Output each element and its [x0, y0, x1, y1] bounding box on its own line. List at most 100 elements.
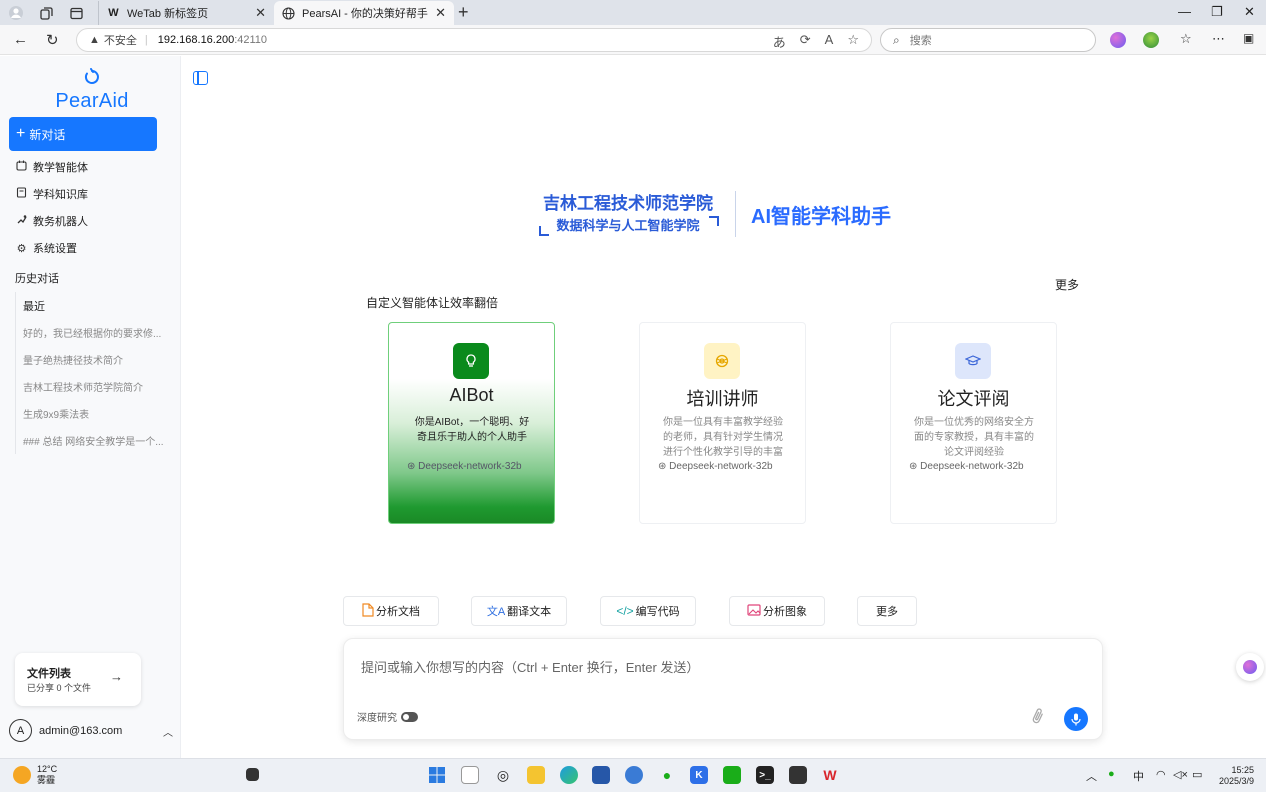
assistant-float-button[interactable]	[1236, 653, 1264, 681]
sidebar-item-teaching-agent[interactable]: 教学智能体	[15, 159, 88, 175]
user-profile[interactable]: A admin@163.com	[9, 719, 122, 742]
history-item[interactable]: ### 总结 网络安全教学是一个...	[23, 433, 163, 448]
agent-card-aibot[interactable]: AIBot 你是AIBot，一个聪明、好奇且乐于助人的个人助手 ⊛ Deepse…	[388, 322, 555, 524]
workspaces-icon[interactable]	[36, 3, 56, 23]
quick-action-translate[interactable]: 文A 翻译文本	[471, 596, 567, 626]
history-title: 历史对话	[15, 273, 59, 285]
sidebar-item-settings[interactable]: ⚙ 系统设置	[15, 240, 77, 256]
profile-icon[interactable]	[6, 3, 26, 23]
logo-mark-icon	[52, 68, 132, 90]
terminal-icon[interactable]: >_	[756, 766, 774, 784]
book-icon	[15, 187, 28, 201]
quick-action-image[interactable]: 分析图象	[729, 596, 825, 626]
file-list-card[interactable]: 文件列表 已分享 0 个文件 →	[15, 653, 141, 706]
new-tab-icon[interactable]: +	[458, 3, 469, 21]
tab-title: PearsAI - 你的决策好帮手	[302, 8, 428, 20]
chat-input[interactable]: 提问或输入你想写的内容（Ctrl + Enter 换行，Enter 发送）	[361, 657, 699, 676]
sidebar-item-label: 教学智能体	[33, 162, 88, 174]
chevron-up-icon[interactable]: ︿	[163, 724, 173, 739]
panel-toggle-icon[interactable]	[193, 71, 208, 85]
weather-widget[interactable]: 12°C 雾霾	[13, 764, 57, 786]
chevron-up-icon[interactable]: ︿	[1086, 768, 1097, 784]
history-item[interactable]: 吉林工程技术师范学院简介	[23, 379, 163, 394]
calendar-icon	[15, 160, 28, 174]
ime-indicator[interactable]: 中	[1133, 768, 1144, 784]
volume-icon[interactable]: ◁×	[1173, 768, 1188, 781]
favorites-icon[interactable]: ☆	[1180, 31, 1192, 47]
file-list-subtitle: 已分享 0 个文件	[27, 683, 92, 693]
wps-icon[interactable]: W	[821, 766, 839, 784]
document-icon	[362, 602, 374, 620]
task-view-icon[interactable]	[461, 766, 479, 784]
favorite-star-icon[interactable]: ☆	[847, 32, 859, 51]
extension-icon[interactable]	[1143, 32, 1159, 48]
battery-icon[interactable]: ▭	[1192, 768, 1202, 781]
quick-action-analyze-doc[interactable]: 分析文档	[343, 596, 439, 626]
history-item[interactable]: 量子绝热捷径技术简介	[23, 352, 163, 367]
wechat-icon[interactable]: ●	[658, 766, 676, 784]
tab-wetab[interactable]: W WeTab 新标签页 ✕	[98, 1, 274, 25]
sidebar-toggle-icon[interactable]: ▣	[1243, 31, 1254, 45]
banner-bracket-right	[709, 216, 719, 226]
wifi-icon[interactable]: ◠	[1156, 768, 1166, 781]
edge-beta-icon[interactable]	[625, 766, 643, 784]
toggle-switch[interactable]	[401, 711, 418, 722]
deep-research-toggle[interactable]: 深度研究	[357, 709, 418, 724]
file-explorer-icon[interactable]	[527, 766, 545, 784]
url-bar[interactable]: ▲ 不安全 | 192.168.16.200 :42110 あ ⟳ A ☆	[76, 28, 872, 52]
url-host: 192.168.16.200	[157, 34, 235, 46]
agents-more-link[interactable]: 更多	[1055, 276, 1079, 293]
kiro-app-icon[interactable]: K	[690, 766, 708, 784]
agent-name: 培训讲师	[686, 389, 759, 409]
graduation-cap-icon	[955, 343, 991, 379]
minimize-icon[interactable]: —	[1178, 4, 1191, 19]
sidebar-item-academic-robot[interactable]: 教务机器人	[15, 213, 88, 229]
wechat-tray-icon[interactable]: ●	[1108, 768, 1115, 780]
store-icon[interactable]	[592, 766, 610, 784]
close-tab-icon[interactable]: ✕	[435, 5, 446, 21]
quick-action-label: 分析文档	[376, 606, 420, 618]
new-chat-label: 新对话	[29, 127, 66, 142]
more-menu-icon[interactable]: ⋯	[1212, 31, 1225, 47]
read-aloud-icon[interactable]: A	[825, 32, 834, 51]
copilot-extension-icon[interactable]	[1110, 32, 1126, 48]
sidebar: PearAid + 新对话 教学智能体 学科知识库 教务机器人 ⚙ 系统设置 历…	[0, 56, 181, 758]
refresh-icon[interactable]: ↻	[46, 31, 59, 49]
app-tray-icon[interactable]	[246, 768, 259, 781]
new-chat-button[interactable]: + 新对话	[9, 117, 157, 151]
browser-search-box[interactable]: ⌕ 搜索	[880, 28, 1096, 52]
weather-temp: 12°C	[37, 764, 58, 774]
microphone-button[interactable]	[1064, 707, 1088, 731]
restore-icon[interactable]: ❐	[1211, 4, 1223, 20]
edge-browser-icon[interactable]	[560, 766, 578, 784]
weather-desc: 雾霾	[37, 775, 56, 785]
system-clock[interactable]: 15:25 2025/3/9	[1212, 765, 1254, 787]
avatar: A	[9, 719, 32, 742]
quick-action-code[interactable]: </> 编写代码	[600, 596, 696, 626]
agent-card-trainer[interactable]: 培训讲师 你是一位具有丰富教学经验的老师，具有针对学生情况进行个性化教学引导的丰…	[639, 322, 806, 524]
sync-icon[interactable]: ⟳	[800, 32, 811, 51]
tab-pearsai[interactable]: PearsAI - 你的决策好帮手 ✕	[274, 1, 454, 25]
recent-label: 最近	[23, 301, 45, 313]
history-item[interactable]: 好的，我已经根据你的要求修...	[23, 325, 163, 340]
agent-card-paper-review[interactable]: 论文评阅 你是一位优秀的网络安全方面的专家教授，具有丰富的论文评阅经验 ⊛ De…	[890, 322, 1057, 524]
chat-composer: 提问或输入你想写的内容（Ctrl + Enter 换行，Enter 发送） 深度…	[343, 638, 1103, 740]
close-tab-icon[interactable]: ✕	[255, 5, 266, 21]
agents-section-title: 自定义智能体让效率翻倍	[366, 296, 499, 310]
back-icon[interactable]: ←	[13, 31, 28, 48]
model-icon: ⊛	[407, 461, 416, 472]
sidebar-item-knowledge-base[interactable]: 学科知识库	[15, 186, 88, 202]
close-window-icon[interactable]: ✕	[1244, 4, 1255, 20]
attachment-icon[interactable]	[1031, 707, 1045, 730]
agent-model: ⊛ Deepseek-network-32b	[658, 461, 798, 472]
windows-start-icon[interactable]	[428, 766, 446, 784]
banner-bracket-left	[539, 226, 549, 236]
tab-actions-icon[interactable]	[66, 3, 86, 23]
translate-page-icon[interactable]: あ	[773, 32, 786, 51]
chatgpt-icon[interactable]: ◎	[494, 766, 512, 784]
url-port: :42110	[234, 34, 268, 46]
quick-action-more[interactable]: 更多	[857, 596, 917, 626]
app-cube-icon[interactable]	[789, 766, 807, 784]
chat-app-icon[interactable]	[723, 766, 741, 784]
history-item[interactable]: 生成9x9乘法表	[23, 406, 163, 421]
